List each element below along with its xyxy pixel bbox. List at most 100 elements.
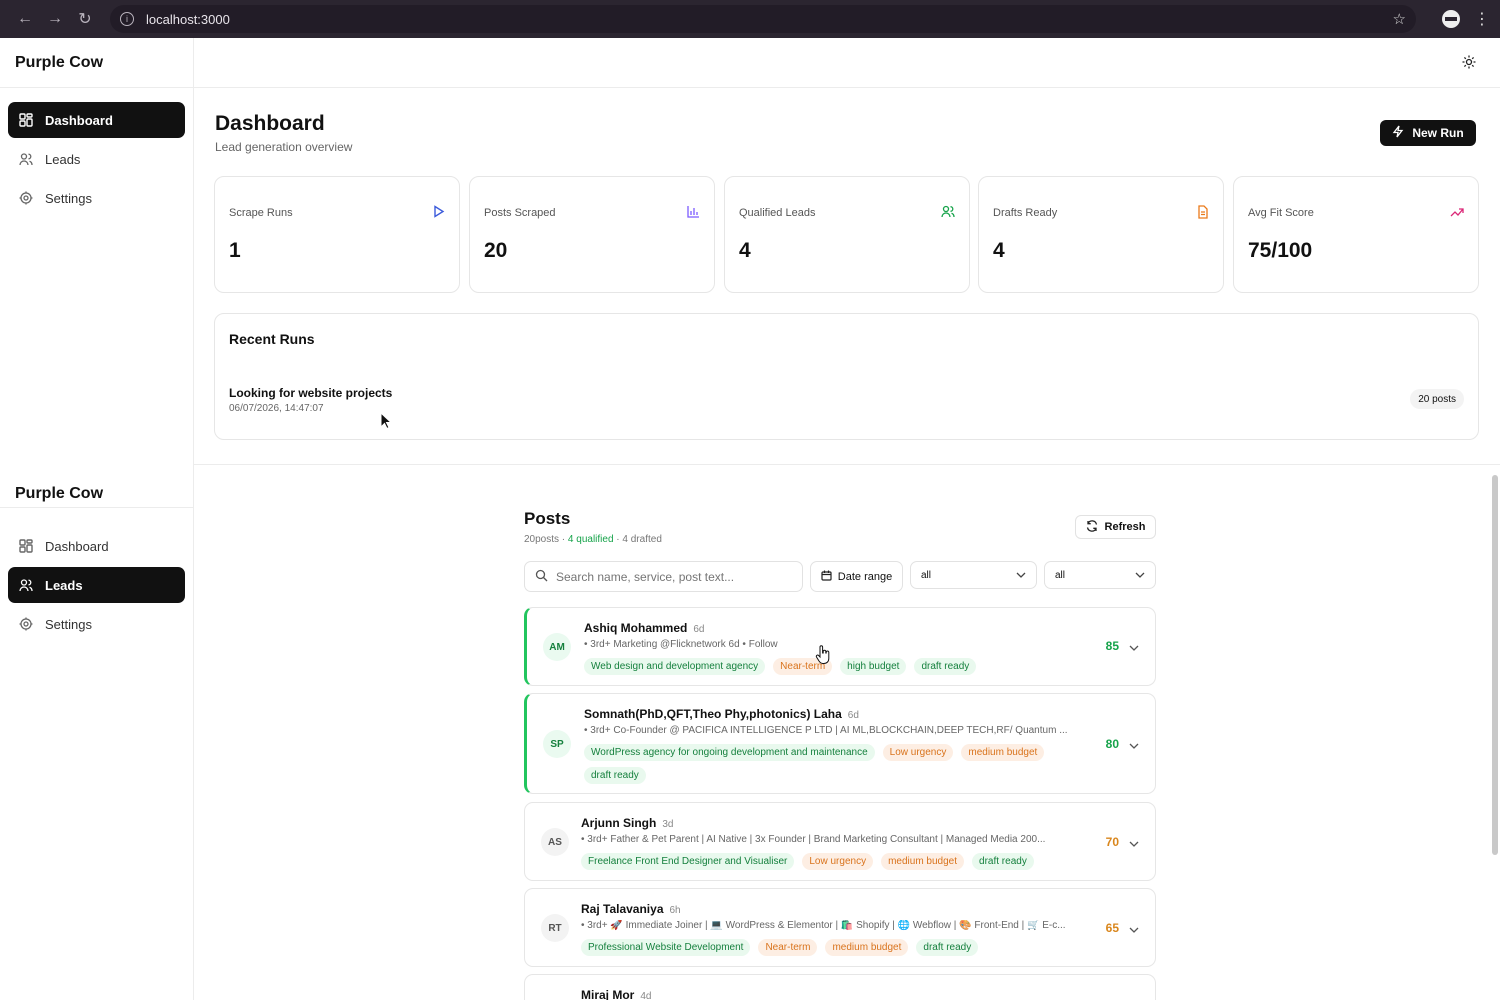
service-tag: Professional Website Development	[581, 939, 751, 956]
date-range-button[interactable]: Date range	[810, 561, 903, 592]
lead-name[interactable]: Raj Talavaniya 6h	[581, 902, 681, 916]
expand-chevron-icon[interactable]	[1129, 834, 1139, 852]
lead-name[interactable]: Miraj Mor 4d	[581, 988, 651, 1000]
urgency-tag: Low urgency	[882, 744, 954, 761]
post-card[interactable]: AM Ashiq Mohammed 6d • 3rd+ Marketing @Fl…	[524, 607, 1156, 686]
dashboard-main: Dashboard Lead generation overview New R…	[194, 88, 1500, 465]
tag-list: Professional Website Development Near-te…	[581, 939, 1081, 956]
sidebar-item-settings[interactable]: Settings	[8, 180, 185, 216]
stat-card-avg-fit-score: Avg Fit Score 75/100	[1233, 176, 1479, 293]
new-run-label: New Run	[1412, 126, 1464, 140]
budget-tag: high budget	[840, 658, 907, 675]
back-icon[interactable]: ←	[10, 10, 40, 28]
hand-pointer-icon	[815, 645, 830, 664]
sidebar-item-label: Settings	[45, 190, 92, 206]
users-icon	[19, 578, 33, 592]
urgency-filter-select[interactable]: all	[1044, 561, 1156, 589]
select-value: all	[1055, 569, 1066, 581]
sidebar-item-label: Settings	[45, 616, 92, 632]
expand-chevron-icon[interactable]	[1129, 920, 1139, 938]
lead-name[interactable]: Arjunn Singh 3d	[581, 816, 673, 830]
avatar: SP	[543, 730, 571, 758]
search-input[interactable]	[556, 569, 786, 584]
post-card[interactable]: SP Somnath(PhD,QFT,Theo Phy,photonics) L…	[524, 693, 1156, 794]
recent-runs-title: Recent Runs	[229, 331, 315, 347]
draft-status-tag: draft ready	[914, 658, 977, 675]
recent-runs-card: Recent Runs Looking for website projects…	[214, 313, 1479, 440]
browser-toolbar: ← → ↻ i localhost:3000 ☆ ⋮	[0, 0, 1500, 38]
browser-menu-icon[interactable]: ⋮	[1474, 9, 1490, 29]
bar-chart-icon	[687, 205, 700, 223]
run-date: 06/07/2026, 14:47:07	[229, 403, 324, 414]
fit-score: 65	[1105, 921, 1119, 935]
post-card[interactable]: Miraj Mor 4d	[524, 974, 1156, 1000]
sidebar-item-dashboard[interactable]: Dashboard	[8, 528, 185, 564]
sidebar-item-settings[interactable]: Settings	[8, 606, 185, 642]
profile-icon[interactable]	[1442, 10, 1460, 28]
refresh-button[interactable]: Refresh	[1075, 515, 1156, 539]
refresh-icon	[1086, 519, 1098, 535]
stat-label: Posts Scraped	[484, 207, 556, 219]
lead-headline: • 3rd+ 🚀 Immediate Joiner | 💻 WordPress …	[581, 920, 1066, 931]
drafted-count: · 4 drafted	[613, 534, 662, 545]
lead-name[interactable]: Ashiq Mohammed 6d	[584, 621, 704, 635]
brand-title: Purple Cow	[0, 38, 193, 88]
mouse-pointer-icon	[380, 412, 392, 430]
chevron-down-icon	[1135, 570, 1145, 581]
post-age: 4d	[640, 991, 652, 1000]
stat-value: 4	[739, 239, 751, 262]
bookmark-star-icon[interactable]: ☆	[1393, 10, 1406, 28]
draft-status-tag: draft ready	[972, 853, 1034, 870]
stat-card-qualified-leads: Qualified Leads 4	[724, 176, 970, 293]
select-value: all	[921, 569, 932, 581]
stat-value: 4	[993, 239, 1005, 262]
date-range-label: Date range	[837, 570, 893, 583]
sidebar-item-dashboard[interactable]: Dashboard	[8, 102, 185, 138]
dashboard-grid-icon	[19, 113, 33, 127]
chevron-down-icon	[1016, 570, 1026, 581]
document-icon	[1197, 205, 1209, 224]
tag-list: Web design and development agency Near-t…	[584, 658, 1084, 675]
avatar: AM	[543, 633, 571, 661]
status-filter-select[interactable]: all	[910, 561, 1037, 589]
site-info-icon[interactable]: i	[120, 12, 134, 26]
tag-list: Freelance Front End Designer and Visuali…	[581, 853, 1081, 870]
service-tag: Web design and development agency	[584, 658, 766, 675]
sidebar-item-leads[interactable]: Leads	[8, 567, 185, 603]
post-card[interactable]: RT Raj Talavaniya 6h • 3rd+ 🚀 Immediate J…	[524, 888, 1156, 967]
address-bar[interactable]: i localhost:3000 ☆	[110, 5, 1416, 33]
stat-card-posts-scraped: Posts Scraped 20	[469, 176, 715, 293]
page-scrollbar[interactable]	[1492, 475, 1498, 855]
post-card[interactable]: AS Arjunn Singh 3d • 3rd+ Father & Pet Pa…	[524, 802, 1156, 881]
budget-tag: medium budget	[881, 853, 965, 870]
posts-title: Posts	[524, 509, 571, 528]
gear-icon	[19, 617, 33, 631]
lead-name[interactable]: Somnath(PhD,QFT,Theo Phy,photonics) Laha…	[584, 707, 859, 721]
sidebar-item-leads[interactable]: Leads	[8, 141, 185, 177]
trending-up-icon	[1450, 205, 1464, 223]
fit-score: 85	[1105, 639, 1119, 653]
url-text: localhost:3000	[146, 11, 230, 27]
tag-list: WordPress agency for ongoing development…	[584, 744, 1084, 784]
expand-chevron-icon[interactable]	[1129, 638, 1139, 656]
stat-value: 75/100	[1248, 239, 1313, 262]
sidebar-bottom: Purple Cow Dashboard Leads Settings	[0, 466, 194, 1000]
budget-tag: medium budget	[961, 744, 1045, 761]
theme-toggle-sun-icon[interactable]	[1462, 55, 1476, 74]
reload-icon[interactable]: ↻	[70, 9, 100, 29]
dashboard-grid-icon	[19, 539, 33, 553]
run-post-count-badge: 20 posts	[1410, 389, 1464, 409]
run-name[interactable]: Looking for website projects	[229, 386, 392, 400]
stat-label: Drafts Ready	[993, 207, 1058, 219]
service-tag: Freelance Front End Designer and Visuali…	[581, 853, 795, 870]
posts-main: Posts 20posts · 4 qualified · 4 drafted …	[194, 466, 1500, 1000]
refresh-label: Refresh	[1104, 521, 1146, 533]
post-age: 6h	[669, 905, 681, 916]
forward-icon[interactable]: →	[40, 10, 70, 28]
draft-status-tag: draft ready	[584, 767, 646, 784]
users-icon	[941, 205, 955, 223]
expand-chevron-icon[interactable]	[1129, 736, 1139, 754]
stat-value: 1	[229, 239, 241, 262]
page-title: Dashboard	[215, 112, 325, 135]
new-run-button[interactable]: New Run	[1380, 120, 1476, 146]
